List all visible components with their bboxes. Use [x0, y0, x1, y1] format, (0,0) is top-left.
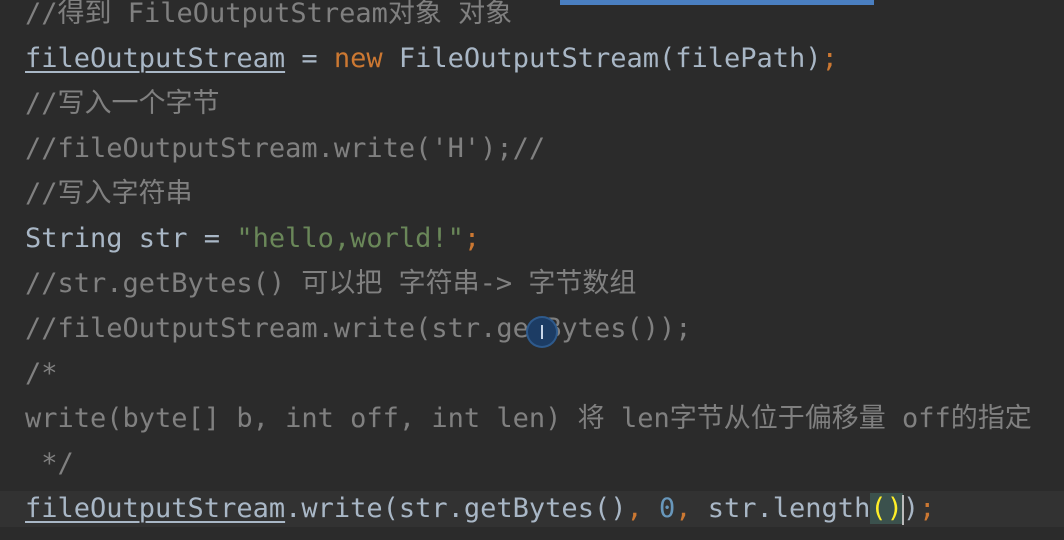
code-token: fileOutputStream — [25, 493, 286, 524]
code-token: , — [626, 493, 659, 524]
code-token: .write(str.getBytes() — [285, 493, 627, 524]
code-line[interactable]: //写入字符串 — [25, 176, 193, 212]
scroll-position-indicator — [560, 0, 874, 5]
code-token: ) — [902, 493, 920, 524]
code-line[interactable]: //fileOutputStream.write('H');// — [25, 131, 545, 167]
code-token: () — [870, 493, 903, 524]
code-line[interactable]: */ — [25, 446, 74, 482]
code-token: //fileOutputStream.write(str.getBytes())… — [25, 313, 692, 344]
code-token: = — [285, 43, 334, 74]
code-token: "hello,world!" — [236, 223, 464, 254]
code-line[interactable]: //得到 FileOutputStream对象 对象 — [25, 0, 512, 32]
text-cursor-icon — [528, 318, 556, 346]
code-token: str.length — [707, 493, 871, 524]
code-token: fileOutputStream — [25, 43, 286, 74]
code-line[interactable]: //str.getBytes() 可以把 字符串-> 字节数组 — [25, 266, 636, 302]
code-token: /* — [25, 358, 58, 389]
code-token: ; — [821, 43, 838, 74]
code-token: new — [333, 43, 383, 74]
code-line[interactable]: write(byte[] b, int off, int len) 将 len字… — [25, 401, 1032, 437]
code-token: //写入一个字节 — [25, 88, 220, 119]
code-line[interactable]: fileOutputStream = new FileOutputStream(… — [25, 41, 838, 77]
code-token: //写入字符串 — [25, 178, 193, 209]
code-line[interactable]: String str = "hello,world!"; — [25, 221, 480, 257]
code-token: write(byte[] b, int off, int len) 将 len字… — [25, 403, 1032, 434]
code-token: 0 — [658, 493, 676, 524]
code-line[interactable]: //写入一个字节 — [25, 86, 220, 122]
code-editor[interactable]: //得到 FileOutputStream对象 对象 fileOutputStre… — [0, 0, 1064, 540]
current-code-line[interactable]: fileOutputStream.write(str.getBytes(), 0… — [0, 491, 1064, 527]
code-token: String str = — [25, 223, 237, 254]
code-token: ; — [463, 223, 481, 254]
code-token: //fileOutputStream.write('H');// — [25, 133, 546, 164]
code-token: FileOutputStream(filePath) — [382, 43, 822, 74]
code-token: //得到 FileOutputStream对象 对象 — [25, 0, 513, 29]
code-token: */ — [25, 448, 74, 479]
code-line[interactable]: /* — [25, 356, 58, 392]
code-token: ; — [919, 493, 936, 524]
code-token: , — [675, 493, 708, 524]
code-token: //str.getBytes() 可以把 字符串-> 字节数组 — [25, 268, 637, 299]
code-line[interactable]: //fileOutputStream.write(str.getBytes())… — [25, 311, 691, 347]
